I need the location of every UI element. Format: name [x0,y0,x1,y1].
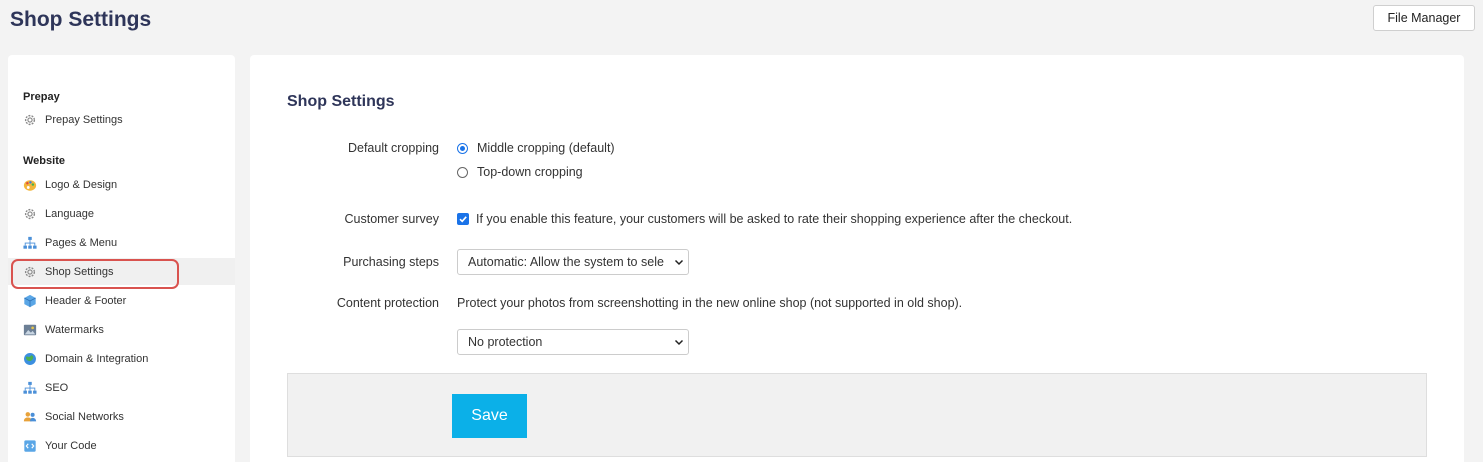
chevron-down-icon [673,336,685,348]
sidebar-item-watermarks[interactable]: Watermarks [8,316,235,343]
sidebar-item-label: Social Networks [45,410,124,423]
file-manager-button[interactable]: File Manager [1373,5,1475,31]
sidebar-item-label: Pages & Menu [45,236,118,249]
sidebar-item-label: Your Code [45,439,97,452]
sidebar-item-label: Language [45,207,94,220]
sidebar-item-language[interactable]: Language [8,200,235,227]
sidebar-item-seo[interactable]: SEO [8,374,235,401]
gear-icon [23,207,37,221]
sidebar-item-label: Domain & Integration [45,352,149,365]
users-icon [23,410,37,424]
customer-survey-text: If you enable this feature, your custome… [476,212,1073,226]
content-protection-label: Content protection [336,296,439,310]
sidebar: Prepay Prepay Settings Website Logo & De… [8,55,235,462]
sidebar-item-label: Header & Footer [45,294,127,307]
sidebar-item-logo-design[interactable]: Logo & Design [8,171,235,198]
radio-unselected-icon [457,166,468,178]
save-bar: Save [287,373,1427,457]
section-title: Shop Settings [287,93,395,110]
sidebar-item-prepay-settings[interactable]: Prepay Settings [8,106,235,133]
sidebar-item-domain-integration[interactable]: Domain & Integration [8,345,235,372]
chevron-down-icon [673,256,685,268]
purchasing-steps-label: Purchasing steps [343,255,439,269]
globe-icon [23,352,37,366]
save-button[interactable]: Save [452,394,527,438]
sidebar-item-label: Shop Settings [45,265,114,278]
image-icon [23,323,37,337]
purchasing-steps-select[interactable]: Automatic: Allow the system to sele [457,249,689,275]
radio-selected-icon [457,142,468,154]
sidebar-item-your-code[interactable]: Your Code [8,432,235,459]
sidebar-item-header-footer[interactable]: Header & Footer [8,287,235,314]
gear-icon [23,265,37,279]
sidebar-item-label: Watermarks [45,323,104,336]
sitemap-icon [23,236,37,250]
sidebar-item-shop-settings[interactable]: Shop Settings [8,258,235,285]
sidebar-item-label: Logo & Design [45,178,118,191]
code-file-icon [23,439,37,453]
sidebar-item-social-networks[interactable]: Social Networks [8,403,235,430]
sidebar-item-label: SEO [45,381,69,394]
top-down-cropping-radio[interactable]: Top-down cropping [457,165,583,179]
customer-survey-checkbox[interactable]: If you enable this feature, your custome… [457,212,1072,226]
sidebar-item-label: Prepay Settings [45,113,123,126]
sidebar-heading-prepay: Prepay [23,91,60,103]
page-title: Shop Settings [10,8,152,31]
palette-icon [23,178,37,192]
middle-cropping-radio[interactable]: Middle cropping (default) [457,141,615,155]
content-protection-value: No protection [468,335,543,349]
sidebar-item-pages-menu[interactable]: Pages & Menu [8,229,235,256]
sitemap-icon [23,381,37,395]
checkbox-checked-icon [457,213,469,225]
content-protection-description: Protect your photos from screenshotting … [457,296,963,310]
cube-icon [23,294,37,308]
main-panel: Shop Settings Default cropping Middle cr… [250,55,1464,462]
middle-cropping-label: Middle cropping (default) [477,141,615,155]
default-cropping-label: Default cropping [347,141,439,155]
top-down-cropping-label: Top-down cropping [477,165,583,179]
sidebar-heading-website: Website [23,155,65,167]
content-protection-select[interactable]: No protection [457,329,689,355]
customer-survey-label: Customer survey [344,212,439,226]
gear-icon [23,113,37,127]
purchasing-steps-value: Automatic: Allow the system to sele [468,255,664,269]
